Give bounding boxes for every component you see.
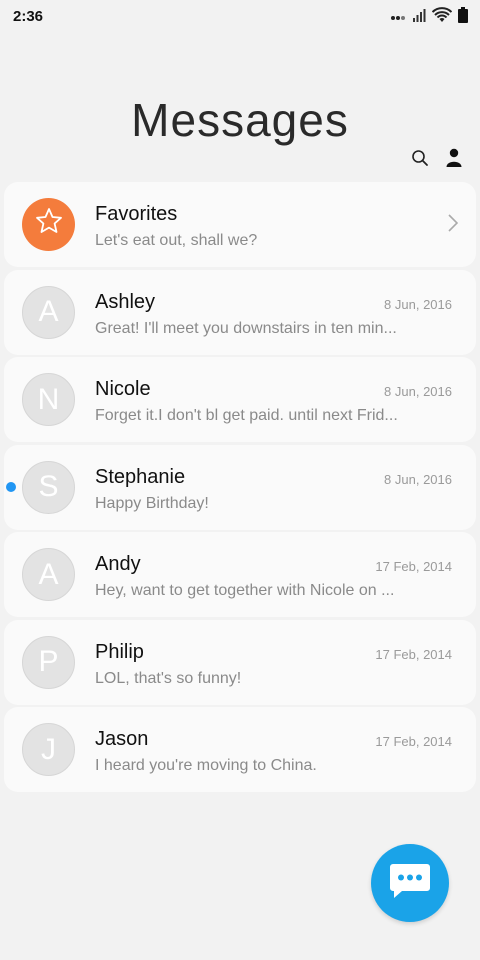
contact-avatar: A <box>22 285 75 339</box>
contact-name: Stephanie <box>95 465 186 488</box>
star-icon <box>34 206 64 244</box>
message-preview: Happy Birthday! <box>95 494 209 512</box>
chevron-right-icon <box>448 214 459 237</box>
contact-name: Nicole <box>95 378 151 400</box>
status-time: 2:36 <box>13 8 44 25</box>
contact-avatar: A <box>22 548 75 601</box>
conversation-item[interactable]: P Philip 17 Feb, 2014 LOL, that's so fun… <box>4 619 476 705</box>
message-date: 8 Jun, 2016 <box>384 296 452 312</box>
toolbar <box>410 148 464 168</box>
more-dots-icon <box>390 8 406 26</box>
message-preview: LOL, that's so funny! <box>95 669 242 687</box>
favorites-item[interactable]: Favorites Let's eat out, shall we? <box>4 182 476 267</box>
conversation-item[interactable]: A Ashley 8 Jun, 2016 Great! I'll meet yo… <box>4 269 476 355</box>
favorites-preview: Let's eat out, shall we? <box>95 232 258 249</box>
message-preview: I heard you're moving to China. <box>95 757 317 774</box>
message-date: 8 Jun, 2016 <box>384 384 452 399</box>
compose-message-icon <box>388 861 432 906</box>
compose-button[interactable] <box>371 844 449 922</box>
conversation-list: Favorites Let's eat out, shall we? A Ash… <box>4 182 476 795</box>
conversation-item[interactable]: A Andy 17 Feb, 2014 Hey, want to get tog… <box>4 532 476 617</box>
search-icon[interactable] <box>410 148 430 168</box>
favorites-title: Favorites <box>95 203 178 225</box>
message-preview: Forget it.I don't bl get paid. until nex… <box>95 407 398 424</box>
message-date: 17 Feb, 2014 <box>375 646 452 662</box>
conversation-item[interactable]: S Stephanie 8 Jun, 2016 Happy Birthday! <box>4 444 476 530</box>
status-bar: 2:36 <box>0 0 480 34</box>
message-preview: Hey, want to get together with Nicole on… <box>95 582 395 599</box>
favorites-avatar <box>22 198 75 251</box>
message-preview: Great! I'll meet you downstairs in ten m… <box>95 319 397 337</box>
conversation-item[interactable]: N Nicole 8 Jun, 2016 Forget it.I don't b… <box>4 357 476 442</box>
contact-avatar: J <box>22 723 75 776</box>
contact-avatar: S <box>22 460 75 514</box>
page-title: Messages <box>131 93 349 146</box>
contact-name: Philip <box>95 640 144 663</box>
wifi-icon <box>431 6 453 28</box>
message-date: 8 Jun, 2016 <box>384 471 452 487</box>
battery-icon <box>458 6 468 28</box>
contact-name: Andy <box>95 553 141 575</box>
message-date: 17 Feb, 2014 <box>375 559 452 574</box>
contact-name: Jason <box>95 728 149 750</box>
status-icons <box>390 6 468 28</box>
message-date: 17 Feb, 2014 <box>375 734 452 749</box>
conversation-item[interactable]: J Jason 17 Feb, 2014 I heard you're movi… <box>4 707 476 792</box>
contact-name: Ashley <box>95 290 156 313</box>
contact-avatar: N <box>22 373 75 426</box>
contact-avatar: P <box>22 635 75 689</box>
unread-indicator <box>6 481 16 492</box>
signal-icon <box>412 8 426 27</box>
person-icon[interactable] <box>444 148 464 168</box>
